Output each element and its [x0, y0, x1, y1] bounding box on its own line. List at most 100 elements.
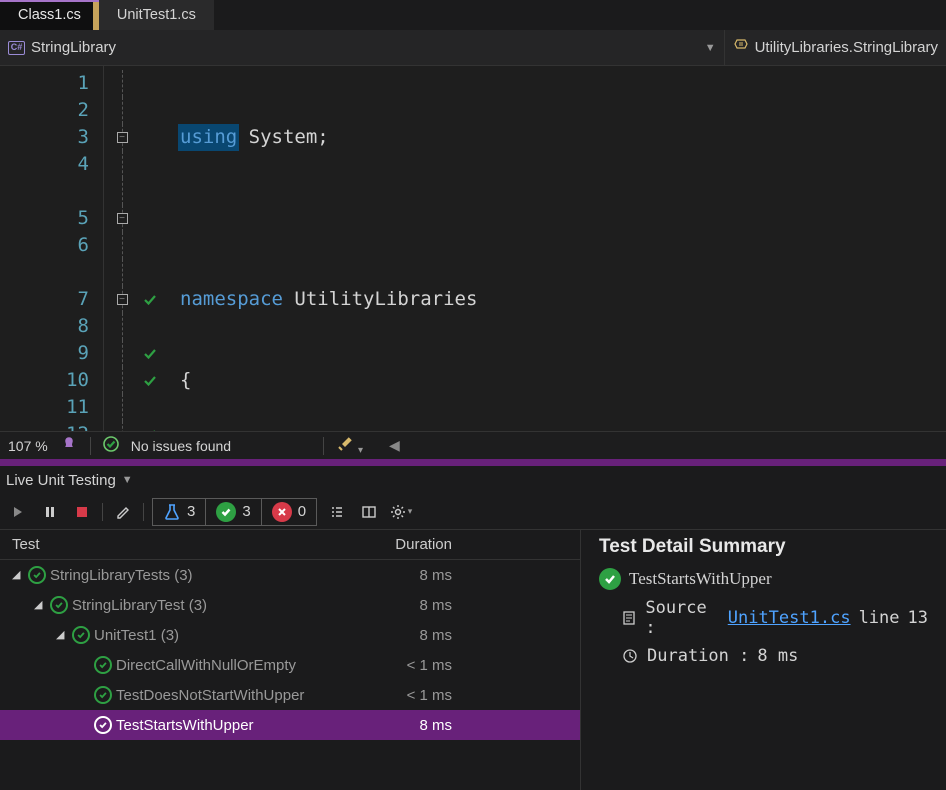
line-label: line [859, 608, 900, 628]
line-number: 7 [0, 286, 89, 313]
divider [90, 437, 91, 455]
detail-title: Test Detail Summary [599, 536, 928, 558]
line-number: 9 [0, 340, 89, 367]
test-pass-mark [140, 340, 180, 367]
tree-header: Test Duration [0, 530, 580, 560]
counter-value: 3 [242, 503, 250, 520]
test-marks-gutter [140, 66, 180, 431]
test-name: StringLibraryTest (3) [72, 597, 207, 614]
pause-button[interactable] [38, 500, 62, 524]
tree-row[interactable]: DirectCallWithNullOrEmpty < 1 ms [0, 650, 580, 680]
scroll-left-icon[interactable]: ◀ [389, 437, 400, 454]
zoom-level[interactable]: 107 % [8, 438, 48, 454]
code-editor[interactable]: 1 2 3 4 5 6 7 8 9 10 11 12 − − − [0, 66, 946, 431]
line-number: 11 [0, 394, 89, 421]
detail-test-name-row: TestStartsWithUpper [599, 568, 928, 590]
detail-source-row: Source : UnitTest1.cs line 13 [599, 598, 928, 638]
test-pass-mark [140, 286, 180, 313]
expander-icon[interactable]: ◢ [34, 598, 46, 611]
pass-icon [72, 626, 90, 644]
nav-left-text: StringLibrary [31, 39, 116, 56]
lut-toolbar: 3 3 0 ▾ [0, 494, 946, 530]
pass-icon [94, 656, 112, 674]
settings-button[interactable]: ▾ [389, 500, 413, 524]
play-button[interactable] [6, 500, 30, 524]
file-icon [621, 609, 637, 627]
line-number: 8 [0, 313, 89, 340]
test-counters: 3 3 0 [152, 498, 317, 526]
pass-icon [28, 566, 46, 584]
source-link[interactable]: UnitTest1.cs [728, 608, 851, 628]
line-number: 1 [0, 70, 89, 97]
stop-button[interactable] [70, 500, 94, 524]
counter-value: 0 [298, 503, 306, 520]
pass-icon [599, 568, 621, 590]
code-content[interactable]: using System; namespace UtilityLibraries… [180, 66, 946, 431]
test-duration: 8 ms [362, 627, 472, 644]
editor-status-bar: 107 % No issues found ▾ ◀ [0, 431, 946, 459]
tree-row[interactable]: ◢ UnitTest1 (3) 8 ms [0, 620, 580, 650]
test-duration: 8 ms [362, 567, 472, 584]
test-tree: Test Duration ◢ StringLibraryTests (3) 8… [0, 530, 580, 790]
test-duration: < 1 ms [362, 687, 472, 704]
pass-icon [94, 716, 112, 734]
duration-label: Duration : [647, 646, 749, 666]
intellisense-icon[interactable] [60, 435, 78, 456]
live-unit-testing-panel: Live Unit Testing ▼ 3 3 0 ▾ [0, 466, 946, 790]
edit-button[interactable] [111, 500, 135, 524]
divider [102, 503, 103, 521]
tab-class1[interactable]: Class1.cs [0, 0, 99, 30]
line-number: 2 [0, 97, 89, 124]
layout-button[interactable] [357, 500, 381, 524]
list-view-button[interactable] [325, 500, 349, 524]
detail-duration-row: Duration : 8 ms [599, 646, 928, 666]
detail-test-name: TestStartsWithUpper [629, 569, 772, 589]
issues-text[interactable]: No issues found [131, 438, 231, 454]
test-name: TestStartsWithUpper [116, 717, 254, 734]
identifier: UtilityLibraries [294, 288, 477, 310]
fold-toggle[interactable]: − [117, 294, 128, 305]
line-number-gutter: 1 2 3 4 5 6 7 8 9 10 11 12 [0, 66, 104, 431]
tree-row-selected[interactable]: TestStartsWithUpper 8 ms [0, 710, 580, 740]
brush-icon[interactable]: ▾ [336, 435, 363, 456]
test-duration: < 1 ms [362, 657, 472, 674]
panel-splitter[interactable] [0, 459, 946, 466]
fold-gutter: − − − [104, 66, 140, 431]
test-pass-mark [140, 367, 180, 394]
fold-toggle[interactable]: − [117, 132, 128, 143]
chevron-down-icon[interactable]: ▼ [122, 474, 133, 486]
line-number [0, 259, 89, 286]
pass-icon [216, 502, 236, 522]
col-header-duration[interactable]: Duration [362, 536, 472, 553]
class-icon [733, 38, 749, 57]
source-label: Source : [645, 598, 719, 638]
check-icon [103, 436, 119, 455]
tree-row[interactable]: ◢ StringLibraryTests (3) 8 ms [0, 560, 580, 590]
counter-pass[interactable]: 3 [206, 499, 261, 525]
nav-bar: C# StringLibrary ▼ UtilityLibraries.Stri… [0, 30, 946, 66]
line-number: 6 [0, 232, 89, 259]
tab-unittest1[interactable]: UnitTest1.cs [99, 0, 214, 30]
counter-total[interactable]: 3 [153, 499, 206, 525]
col-header-test[interactable]: Test [12, 536, 362, 553]
tree-row[interactable]: ◢ StringLibraryTest (3) 8 ms [0, 590, 580, 620]
clock-icon [621, 647, 639, 665]
chevron-down-icon: ▼ [705, 42, 716, 54]
pass-icon [50, 596, 68, 614]
tree-row[interactable]: TestDoesNotStartWithUpper < 1 ms [0, 680, 580, 710]
expander-icon[interactable]: ◢ [12, 568, 24, 581]
nav-right-dropdown[interactable]: UtilityLibraries.StringLibrary [725, 30, 946, 65]
tab-label: Class1.cs [18, 7, 81, 23]
line-number: 12 [0, 421, 89, 431]
expander-icon[interactable]: ◢ [56, 628, 68, 641]
fold-row [104, 70, 140, 97]
line-number: 13 [908, 608, 928, 628]
csharp-icon: C# [8, 41, 25, 55]
nav-left-dropdown[interactable]: C# StringLibrary ▼ [0, 30, 725, 65]
identifier: System [249, 126, 318, 148]
fold-toggle[interactable]: − [117, 213, 128, 224]
test-duration: 8 ms [362, 717, 472, 734]
test-duration: 8 ms [362, 597, 472, 614]
counter-fail[interactable]: 0 [262, 499, 316, 525]
line-number [0, 178, 89, 205]
